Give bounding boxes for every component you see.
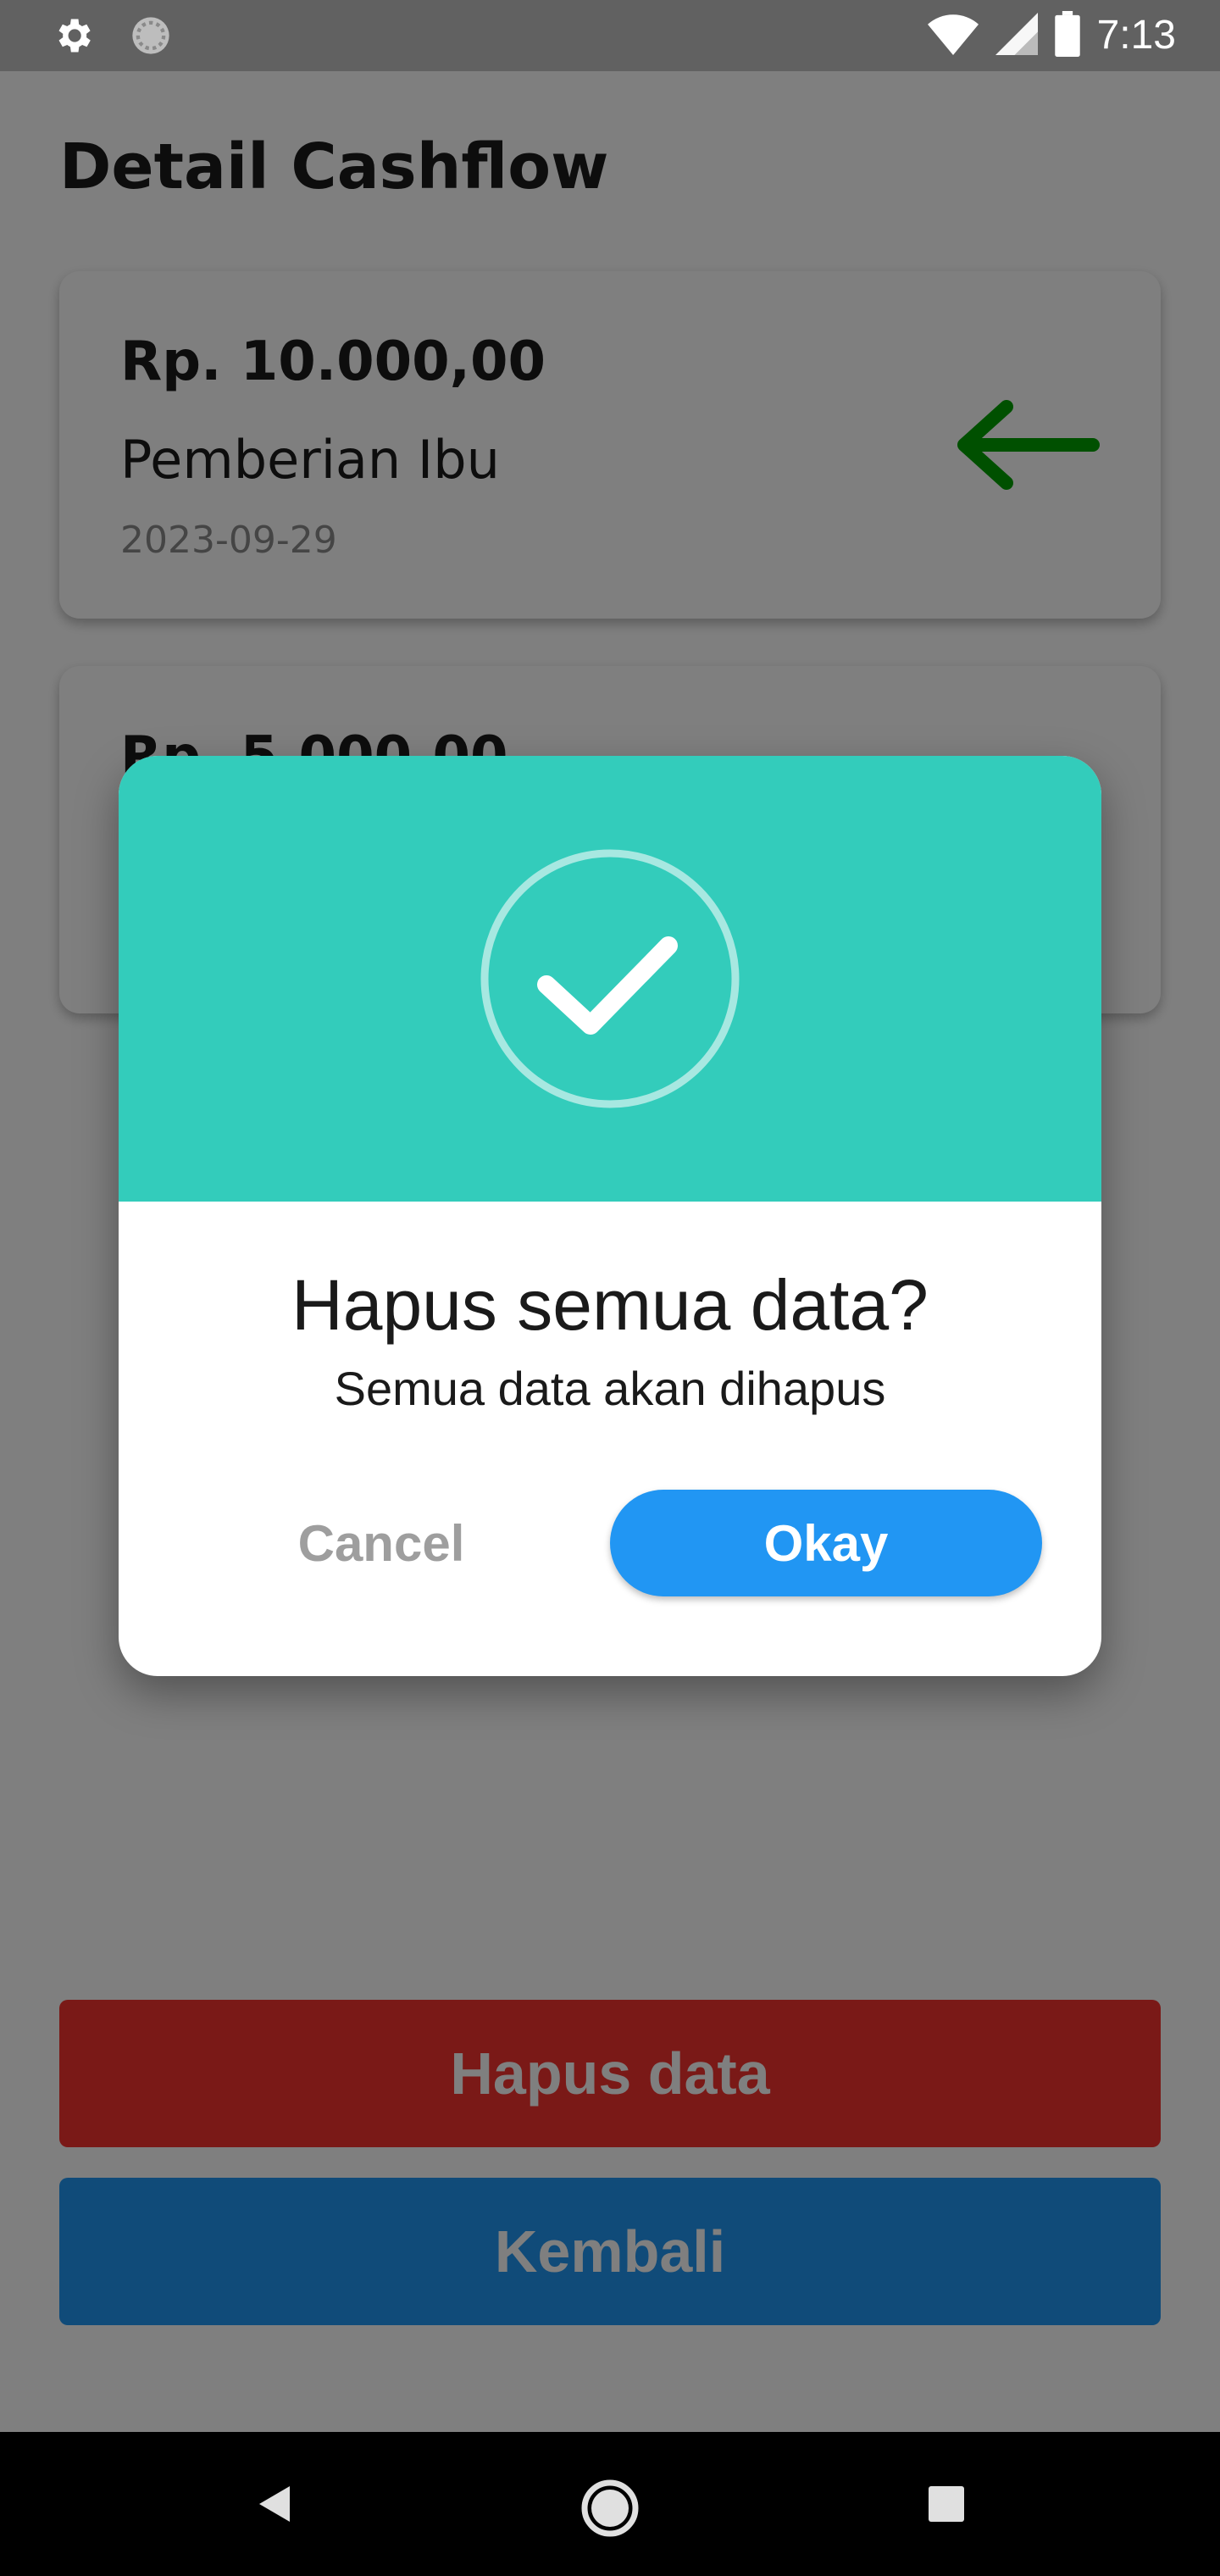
status-bar: 7:13 (0, 0, 1220, 71)
check-circle-icon (475, 844, 745, 1117)
dialog-title: Hapus semua data? (291, 1265, 929, 1345)
sync-icon (129, 14, 173, 61)
home-icon[interactable] (576, 2474, 644, 2545)
back-icon[interactable] (246, 2474, 305, 2537)
okay-button[interactable]: Okay (610, 1490, 1042, 1596)
navigation-bar (0, 2432, 1220, 2576)
wifi-icon (927, 12, 979, 59)
gear-icon (51, 14, 95, 61)
recents-icon[interactable] (917, 2474, 976, 2537)
dialog-message: Semua data akan dihapus (334, 1362, 886, 1415)
cell-signal-icon (995, 12, 1038, 59)
battery-icon (1054, 11, 1080, 60)
cancel-button[interactable]: Cancel (254, 1490, 508, 1596)
dialog-header (119, 756, 1101, 1202)
status-time: 7:13 (1096, 13, 1176, 58)
confirm-dialog: Hapus semua data? Semua data akan dihapu… (119, 756, 1101, 1676)
